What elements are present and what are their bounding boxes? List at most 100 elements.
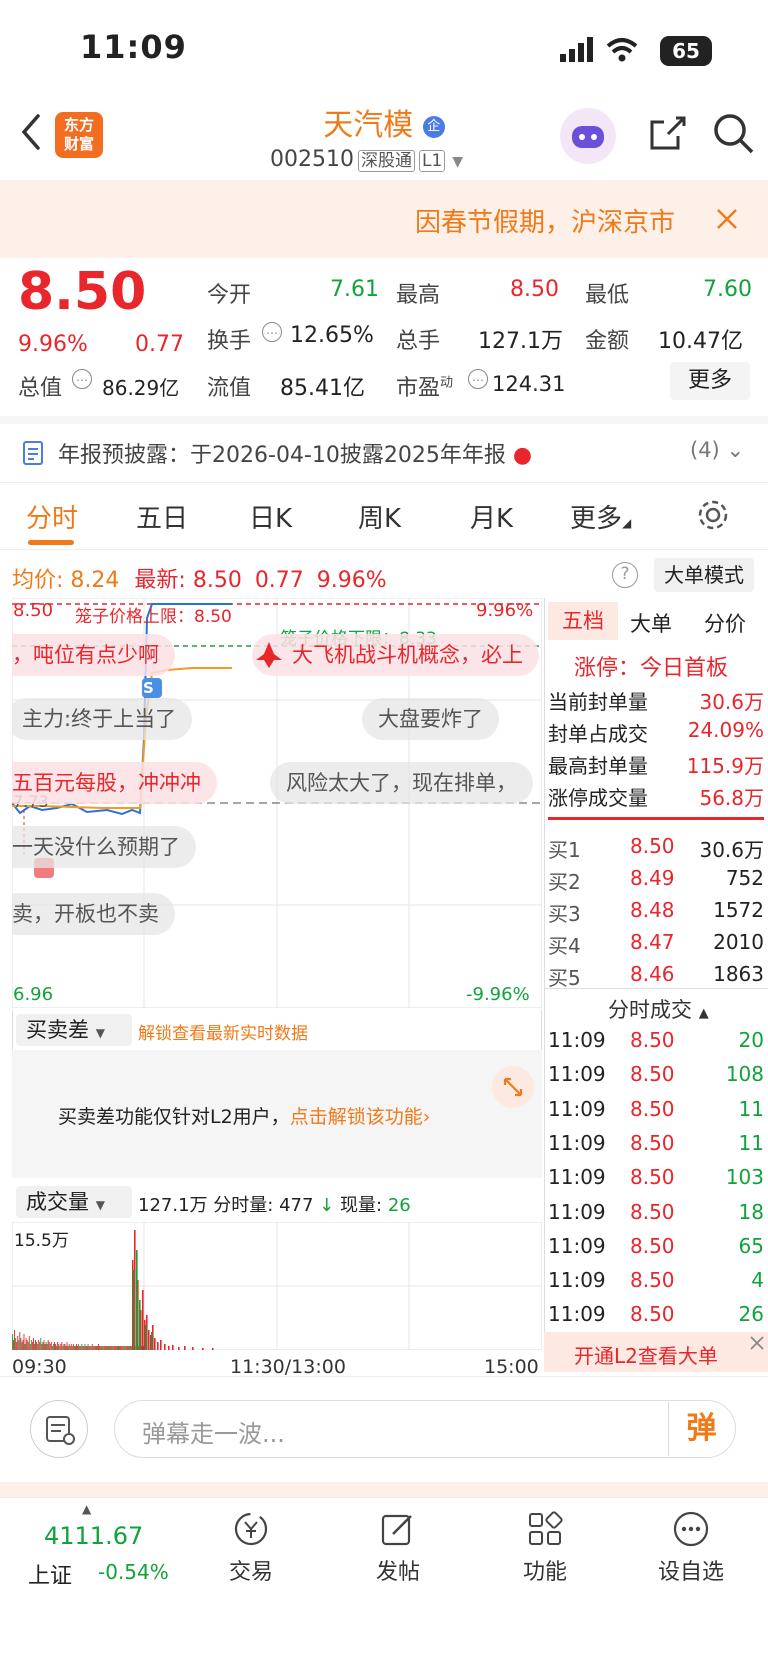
float-value: 85.41亿 [280,376,365,401]
nav-post[interactable]: 发帖 [353,1510,443,1586]
tab-big-order[interactable]: 大单 [630,608,672,638]
stock-code-line[interactable]: 002510 深股通 L1 ▼ [270,146,463,172]
tab-monthly-k[interactable]: 月K [470,498,513,535]
danmu-item[interactable]: 五百元每股，冲冲冲 [12,762,217,804]
danmu-item[interactable]: 一天没什么预期了 [12,826,196,868]
limit-up-status: 涨停：今日首板 [574,656,729,681]
trade-qty: 4 [751,1268,764,1293]
volume-bar [130,1346,132,1350]
volume-bar [84,1344,86,1350]
volume-bar [40,1338,42,1350]
open-label: 今开 [207,283,252,308]
turnover-value: 12.65% [290,323,374,348]
index-value[interactable]: 4111.67 [44,1522,143,1550]
trades-title[interactable]: 分时成交 ▲ [608,994,709,1024]
more-dots-icon [673,1511,709,1547]
tab-daily-k[interactable]: 日K [249,498,292,535]
danmu-toggle-icon[interactable] [30,1400,88,1458]
volume-bar [54,1342,55,1350]
danmu-item[interactable]: 大盘要炸了 [362,698,499,740]
volume-bar [56,1346,57,1350]
volume-bar [151,1332,153,1350]
danmu-item[interactable]: ，吨位有点少啊 [12,634,175,676]
volume-bar [79,1346,81,1350]
nav-trade[interactable]: 交易 [206,1510,296,1586]
volume-bar [26,1340,28,1350]
volume-bar [109,1346,111,1350]
volume-chart[interactable] [12,1222,542,1350]
bid-row[interactable]: 买1 8.50 30.6万 [548,834,764,864]
volume-bar [44,1344,46,1350]
trade-qty: 65 [738,1233,764,1258]
bid-row[interactable]: 买4 8.47 2010 [548,930,764,960]
volume-max-label: 15.5万 [14,1231,69,1251]
info-icon[interactable]: … [262,322,282,342]
yen-exchange-icon [234,1512,268,1546]
settings-gear-icon[interactable] [696,498,730,532]
volume-bar [115,1346,117,1350]
volume-bar [98,1344,99,1350]
expand-icon[interactable] [492,1066,534,1108]
volume-bar [108,1346,110,1350]
volume-bar [50,1342,52,1350]
indicator-select[interactable]: 买卖差 ▼ [16,1014,132,1046]
danmu-item[interactable]: 风险太大了，现在排单， [270,762,533,804]
bid-qty: 752 [725,866,764,890]
volume-bar [101,1346,103,1350]
nav-watchlist-settings[interactable]: 设自选 [646,1510,736,1586]
trade-time: 11:09 [548,1028,606,1052]
tab-five-level[interactable]: 五档 [548,602,618,640]
volume-bar [92,1346,94,1350]
low-label: 最低 [585,283,630,308]
volume-bar [42,1342,44,1350]
stat-value: 56.8万 [699,786,764,810]
tab-intraday[interactable]: 分时 [26,498,78,535]
bid-row[interactable]: 买2 8.49 752 [548,866,764,896]
turnover-label: 换手 [207,329,252,354]
tab-five-day[interactable]: 五日 [136,498,188,535]
seal-stat-row: 封单占成交 24.09% [548,718,764,748]
tab-price-dist[interactable]: 分价 [704,608,746,638]
volume-bar [100,1346,102,1350]
bid-qty: 1572 [713,898,764,922]
volume-bar [38,1340,40,1350]
collapse-up-icon[interactable]: ▲ [82,1502,91,1516]
volume-bar [142,1290,144,1350]
volume-bar [107,1346,109,1350]
info-icon[interactable]: … [468,369,488,389]
danmu-item[interactable]: 大飞机战斗机概念，必上 [252,634,539,676]
danmu-item[interactable]: 主力:终于上当了 [12,698,193,740]
bid-row[interactable]: 买3 8.48 1572 [548,898,764,928]
volume-bar [120,1346,122,1350]
volume-bar [192,1347,194,1350]
tab-more[interactable]: 更多◢ [570,498,631,535]
send-danmu-button[interactable]: 弹 [668,1402,734,1456]
share-icon[interactable] [646,112,688,154]
volume-bar [178,1347,180,1350]
pe-label: 市盈动 [396,375,454,401]
more-button[interactable]: 更多 [670,362,750,400]
assistant-avatar[interactable] [560,108,616,164]
volume-bar [36,1342,38,1350]
unlock-feature-link[interactable]: 点击解锁该功能 [290,1106,423,1128]
trade-row: 11:09 8.50 18 [548,1200,764,1232]
trade-price: 8.50 [630,1028,675,1052]
unlock-link[interactable]: 解锁查看最新实时数据 [138,1019,308,1044]
info-icon[interactable]: … [72,369,92,389]
trade-row: 11:09 8.50 103 [548,1165,764,1197]
close-icon[interactable] [715,207,739,231]
trade-row: 11:09 8.50 11 [548,1131,764,1163]
nav-functions[interactable]: 功能 [500,1510,590,1586]
bid-label: 买5 [548,966,581,990]
volume-bar [12,1334,13,1350]
tab-weekly-k[interactable]: 周K [358,498,401,535]
close-icon[interactable] [748,1334,766,1352]
search-icon[interactable] [712,112,756,156]
big-order-mode-button[interactable]: 大单模式 [654,558,754,592]
danmu-item[interactable]: 卖，开板也不卖 [12,893,175,935]
x-tick-start: 09:30 [12,1356,67,1378]
volume-bar [77,1346,78,1350]
help-icon[interactable]: ? [612,562,638,588]
volume-bar [75,1346,76,1350]
volume-select[interactable]: 成交量 ▼ [16,1186,132,1218]
